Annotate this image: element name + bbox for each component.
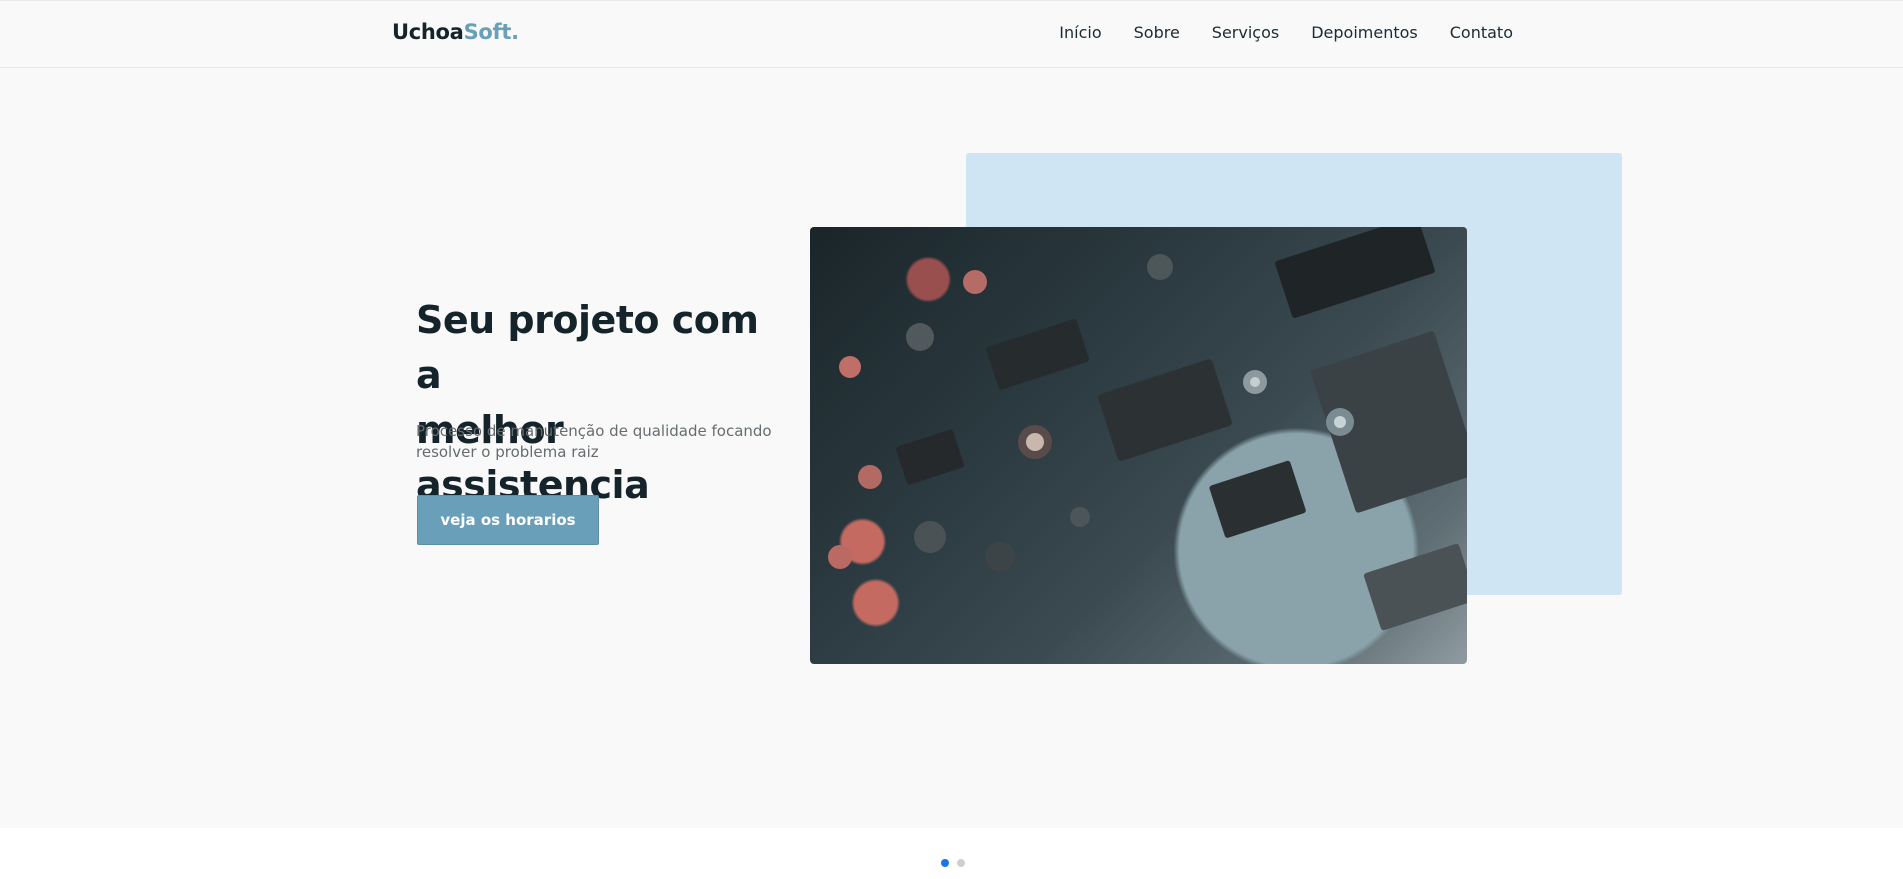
main-nav: Início Sobre Serviços Depoimentos Contat… bbox=[1027, 23, 1513, 42]
nav-item-contato[interactable]: Contato bbox=[1450, 23, 1513, 42]
carousel-dot-2[interactable] bbox=[957, 859, 965, 867]
circuit-board-photo bbox=[810, 227, 1467, 664]
carousel-dot-1[interactable] bbox=[941, 859, 949, 867]
hero-title-line1: Seu projeto com a bbox=[416, 298, 759, 397]
carousel-dots bbox=[941, 859, 965, 867]
nav-item-servicos[interactable]: Serviços bbox=[1212, 23, 1279, 42]
hero-title: Seu projeto com a melhor assistencia bbox=[416, 293, 796, 513]
site-header: UchoaSoft. Início Sobre Serviços Depoime… bbox=[0, 0, 1903, 68]
hero-section: Seu projeto com a melhor assistencia Pro… bbox=[0, 68, 1903, 828]
brand-name-accent: Soft bbox=[463, 20, 512, 44]
nav-item-depoimentos[interactable]: Depoimentos bbox=[1311, 23, 1418, 42]
brand-name-dot: . bbox=[511, 20, 519, 44]
brand-name-main: Uchoa bbox=[392, 20, 464, 44]
brand-logo[interactable]: UchoaSoft. bbox=[392, 20, 519, 44]
see-schedule-button[interactable]: veja os horarios bbox=[417, 495, 599, 545]
nav-item-sobre[interactable]: Sobre bbox=[1134, 23, 1180, 42]
circuit-board-illustration bbox=[828, 227, 1467, 631]
hero-subtitle: Processo de manutenção de qualidade foca… bbox=[416, 422, 772, 461]
nav-item-inicio[interactable]: Início bbox=[1059, 23, 1101, 42]
